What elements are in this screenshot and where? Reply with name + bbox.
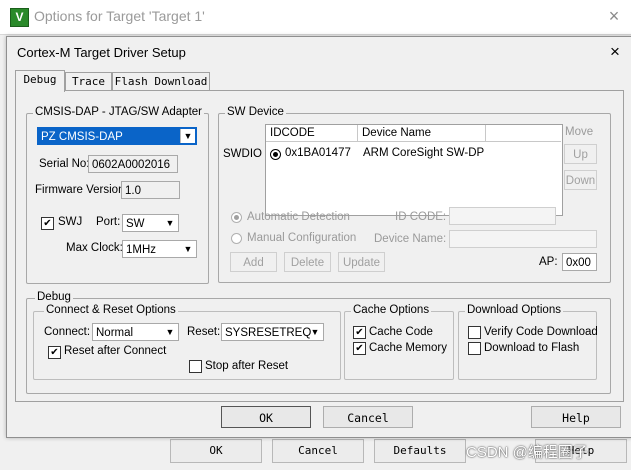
adapter-select[interactable]: PZ CMSIS-DAP ▼	[37, 127, 197, 145]
row-selected-radio-icon[interactable]	[270, 149, 281, 160]
ap-field[interactable]: 0x00	[562, 253, 597, 271]
max-clock-label: Max Clock:	[66, 242, 123, 254]
firmware-label: Firmware Version:	[35, 184, 128, 196]
outer-cancel-button[interactable]: Cancel	[272, 439, 364, 463]
port-select[interactable]: SW ▼	[122, 214, 179, 232]
connect-reset-title: Connect & Reset Options	[44, 304, 178, 316]
column-header-device-name[interactable]: Device Name	[358, 125, 486, 142]
close-icon[interactable]: ×	[605, 41, 625, 63]
device-name-cell: ARM CoreSight SW-DP	[363, 147, 485, 159]
move-up-button[interactable]: Up	[564, 144, 597, 164]
dialog-title: Cortex-M Target Driver Setup	[17, 45, 186, 60]
stop-after-reset-checkbox[interactable]	[189, 360, 202, 373]
delete-button[interactable]: Delete	[284, 252, 331, 272]
chevron-down-icon[interactable]: ▼	[181, 242, 195, 256]
add-button[interactable]: Add	[230, 252, 277, 272]
table-row[interactable]: 0x1BA01477 ARM CoreSight SW-DP	[266, 145, 560, 163]
verify-download-checkbox[interactable]	[468, 326, 481, 339]
outer-defaults-button[interactable]: Defaults	[374, 439, 466, 463]
column-header-idcode[interactable]: IDCODE	[266, 125, 358, 142]
help-button[interactable]: Help	[531, 406, 621, 428]
auto-detect-radio[interactable]	[231, 212, 242, 223]
keil-logo-icon: V	[10, 8, 29, 27]
cache-memory-label: Cache Memory	[369, 342, 447, 354]
firmware-version-field: 1.0	[121, 181, 180, 199]
cache-code-checkbox[interactable]: ✔	[353, 326, 366, 339]
auto-detect-label: Automatic Detection	[247, 211, 350, 223]
move-down-button[interactable]: Down	[564, 170, 597, 190]
stop-after-reset-label: Stop after Reset	[205, 360, 289, 372]
adapter-selected-value: PZ CMSIS-DAP	[41, 131, 123, 143]
port-label: Port:	[96, 216, 121, 228]
id-code-label: ID CODE:	[395, 211, 447, 223]
connect-select[interactable]: Normal ▼	[92, 323, 179, 341]
manual-config-radio[interactable]	[231, 233, 242, 244]
device-name-label: Device Name:	[374, 233, 447, 245]
chevron-down-icon[interactable]: ▼	[308, 325, 322, 339]
reset-label: Reset:	[187, 326, 221, 338]
reset-value: SYSRESETREQ	[225, 327, 312, 339]
reset-after-connect-checkbox[interactable]: ✔	[48, 346, 61, 359]
idcode-cell: 0x1BA01477	[285, 147, 351, 159]
ap-label: AP:	[539, 256, 558, 268]
cache-code-label: Cache Code	[369, 326, 433, 338]
csdn-watermark: CSDN @编程圈子	[466, 444, 588, 461]
connect-label: Connect:	[44, 326, 91, 338]
connect-value: Normal	[96, 327, 134, 339]
swj-label: SWJ	[58, 216, 83, 228]
column-header-empty	[486, 125, 561, 142]
swdio-label: SWDIO	[223, 148, 262, 160]
download-to-flash-checkbox[interactable]	[468, 342, 481, 355]
outer-window-title: Options for Target 'Target 1'	[34, 8, 205, 24]
move-label: Move	[565, 126, 594, 138]
download-options-title: Download Options	[465, 304, 563, 316]
tab-debug[interactable]: Debug	[15, 70, 65, 92]
tab-trace[interactable]: Trace	[65, 72, 112, 91]
id-code-field[interactable]	[449, 207, 556, 225]
cache-options-title: Cache Options	[351, 304, 432, 316]
port-value: SW	[126, 218, 145, 230]
update-button[interactable]: Update	[338, 252, 385, 272]
manual-config-label: Manual Configuration	[247, 232, 357, 244]
sw-device-group-title: SW Device	[225, 106, 286, 118]
download-to-flash-label: Download to Flash	[484, 342, 580, 354]
reset-after-connect-label: Reset after Connect	[64, 345, 167, 357]
reset-select[interactable]: SYSRESETREQ ▼	[221, 323, 324, 341]
tab-flash-download[interactable]: Flash Download	[112, 72, 210, 91]
serial-label: Serial No:	[39, 158, 90, 170]
driver-setup-dialog: Cortex-M Target Driver Setup × Debug Tra…	[6, 36, 631, 438]
chevron-down-icon[interactable]: ▼	[180, 129, 195, 143]
chevron-down-icon[interactable]: ▼	[163, 216, 177, 230]
cancel-button[interactable]: Cancel	[323, 406, 413, 428]
max-clock-select[interactable]: 1MHz ▼	[122, 240, 197, 258]
device-name-field[interactable]	[449, 230, 597, 248]
device-list[interactable]: IDCODE Device Name 0x1BA01477 ARM CoreSi…	[265, 124, 563, 216]
debug-group-title: Debug	[35, 291, 73, 303]
verify-download-label: Verify Code Download	[484, 326, 598, 338]
outer-ok-button[interactable]: OK	[170, 439, 262, 463]
swj-checkbox[interactable]: ✔	[41, 217, 54, 230]
chevron-down-icon[interactable]: ▼	[163, 325, 177, 339]
ok-button[interactable]: OK	[221, 406, 311, 428]
adapter-group-title: CMSIS-DAP - JTAG/SW Adapter	[33, 106, 205, 118]
outer-close-icon[interactable]: ×	[603, 5, 625, 27]
max-clock-value: 1MHz	[126, 244, 157, 256]
serial-number-field: 0602A0002016	[88, 155, 178, 173]
cache-memory-checkbox[interactable]: ✔	[353, 342, 366, 355]
